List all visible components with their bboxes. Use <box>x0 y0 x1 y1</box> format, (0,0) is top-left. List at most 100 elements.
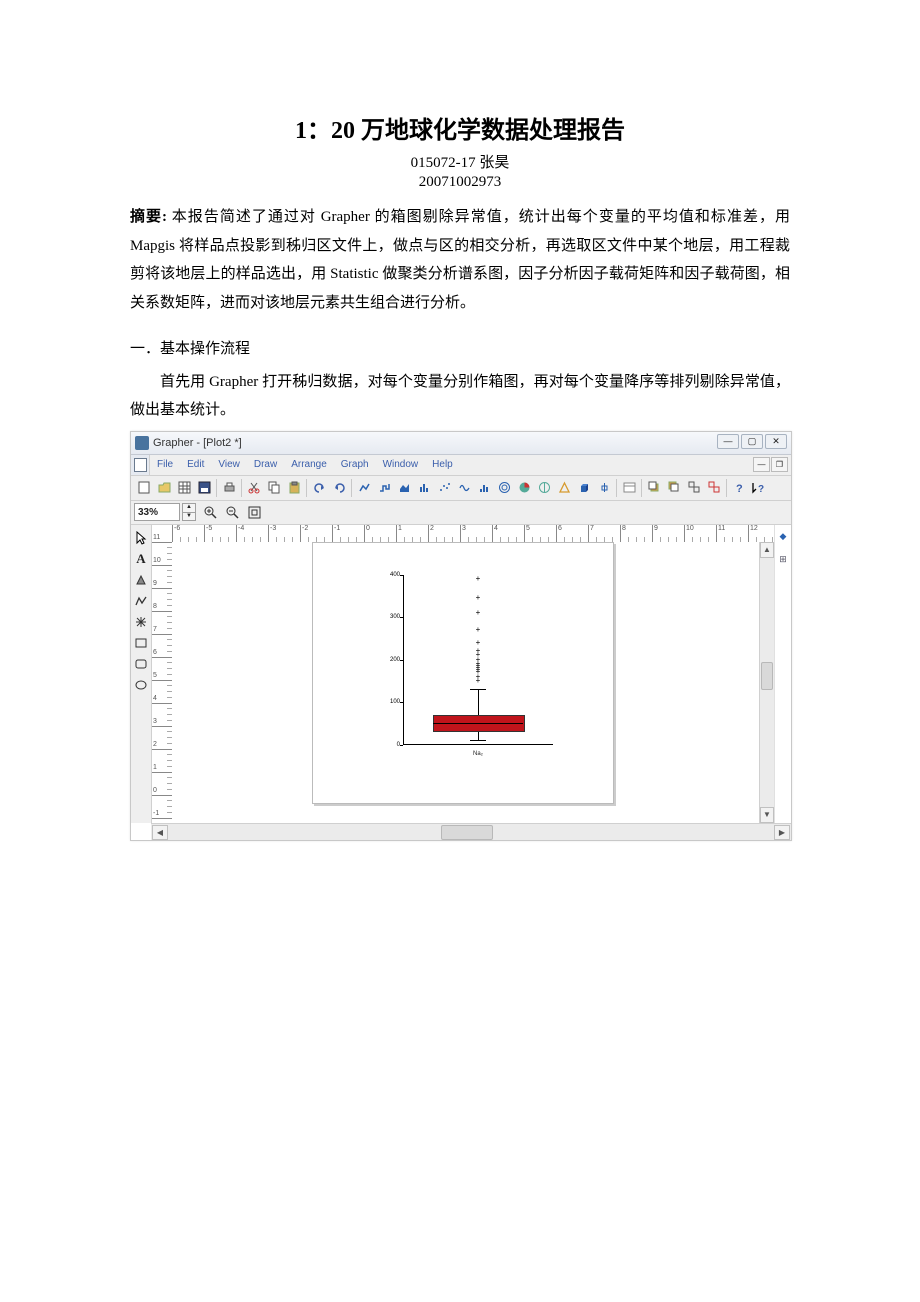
close-button[interactable]: ✕ <box>765 434 787 449</box>
zoom-out-icon[interactable] <box>223 503 241 521</box>
send-back-icon[interactable] <box>665 479 683 497</box>
menu-file[interactable]: File <box>150 455 180 475</box>
ellipse-tool-icon[interactable] <box>134 678 148 692</box>
abstract-paragraph: 摘要: 本报告简述了通过对 Grapher 的箱图剔除异常值，统计出每个变量的平… <box>130 203 790 317</box>
bar-chart-icon[interactable] <box>415 479 433 497</box>
rectangle-tool-icon[interactable] <box>134 636 148 650</box>
scroll-right-icon[interactable]: ▶ <box>774 825 790 840</box>
area-chart-icon[interactable] <box>395 479 413 497</box>
drawing-canvas[interactable]: Na₂ 0100200300400+++++++++++++++ <box>172 542 760 823</box>
menu-edit[interactable]: Edit <box>180 455 211 475</box>
new-icon[interactable] <box>135 479 153 497</box>
scroll-down-icon[interactable]: ▼ <box>760 807 774 823</box>
window-title: Grapher - [Plot2 *] <box>153 437 242 449</box>
worksheet-icon[interactable] <box>175 479 193 497</box>
polygon-tool-icon[interactable] <box>134 573 148 587</box>
author-line: 015072-17 张昊 <box>130 151 790 172</box>
context-help-icon[interactable]: ? <box>750 479 768 497</box>
vertical-scroll-thumb[interactable] <box>761 662 773 690</box>
minimize-button[interactable]: — <box>717 434 739 449</box>
group-icon[interactable] <box>685 479 703 497</box>
vertical-ruler: 11109876543210-1 <box>152 542 173 823</box>
cut-icon[interactable] <box>245 479 263 497</box>
ternary-chart-icon[interactable] <box>555 479 573 497</box>
rose-chart-icon[interactable] <box>535 479 553 497</box>
line-chart-icon[interactable] <box>355 479 373 497</box>
pie-chart-icon[interactable] <box>515 479 533 497</box>
paste-icon[interactable] <box>285 479 303 497</box>
step-chart-icon[interactable] <box>375 479 393 497</box>
zoom-toolbar: 33% ▲ ▼ <box>131 501 791 525</box>
section-1-heading: 一．基本操作流程 <box>130 335 790 364</box>
histogram-icon[interactable] <box>475 479 493 497</box>
right-edge-panel: ◆ ⊞ <box>774 525 791 823</box>
plot-page: Na₂ 0100200300400+++++++++++++++ <box>312 542 614 804</box>
grapher-screenshot: Grapher - [Plot2 *] — ▢ ✕ File Edit View… <box>130 431 792 841</box>
x-axis <box>403 744 553 745</box>
zoom-value-input[interactable]: 33% <box>134 503 180 521</box>
menu-arrange[interactable]: Arrange <box>284 455 334 475</box>
menu-window[interactable]: Window <box>376 455 426 475</box>
zoom-down-icon[interactable]: ▼ <box>183 513 195 521</box>
mdi-minimize-button[interactable]: — <box>753 457 770 472</box>
svg-text:?: ? <box>736 483 743 494</box>
horizontal-scroll-thumb[interactable] <box>441 825 493 840</box>
mdi-restore-button[interactable]: ❐ <box>771 457 788 472</box>
object-manager-icon[interactable] <box>620 479 638 497</box>
svg-text:?: ? <box>758 484 764 494</box>
open-icon[interactable] <box>155 479 173 497</box>
mdi-window-controls: — ❐ <box>753 457 788 472</box>
scroll-up-icon[interactable]: ▲ <box>760 542 774 558</box>
student-number: 20071002973 <box>130 174 790 191</box>
zoom-spinner[interactable]: ▲ ▼ <box>182 503 196 521</box>
vertical-scrollbar[interactable]: ▲ ▼ <box>759 542 774 823</box>
canvas-ruler-area: -6-5-4-3-2-10123456789101112131415161718… <box>152 525 774 823</box>
menu-draw[interactable]: Draw <box>247 455 284 475</box>
redo-icon[interactable] <box>330 479 348 497</box>
abstract-label: 摘要: <box>130 209 167 225</box>
right-marker-icon: ◆ <box>780 531 787 542</box>
box-plot: Na₂ 0100200300400+++++++++++++++ <box>403 575 553 745</box>
workspace: A -6-5-4-3-2-101234567891011121314151617… <box>131 525 791 823</box>
zoom-in-icon[interactable] <box>201 503 219 521</box>
window-titlebar: Grapher - [Plot2 *] — ▢ ✕ <box>131 432 791 455</box>
polar-chart-icon[interactable] <box>495 479 513 497</box>
menu-view[interactable]: View <box>211 455 247 475</box>
rounded-rect-tool-icon[interactable] <box>134 657 148 671</box>
ungroup-icon[interactable] <box>705 479 723 497</box>
scatter-chart-icon[interactable] <box>435 479 453 497</box>
bring-front-icon[interactable] <box>645 479 663 497</box>
horizontal-scrollbar[interactable]: ◀ ▶ <box>151 823 791 840</box>
scroll-left-icon[interactable]: ◀ <box>152 825 168 840</box>
menu-help[interactable]: Help <box>425 455 460 475</box>
right-marker-icon-2: ⊞ <box>779 554 787 565</box>
y-axis <box>403 575 404 745</box>
main-toolbar: ? ? <box>131 476 791 501</box>
document-content: 1：20 万地球化学数据处理报告 015072-17 张昊 2007100297… <box>0 0 920 881</box>
section-1-paragraph: 首先用 Grapher 打开秭归数据，对每个变量分别作箱图，再对每个变量降序等排… <box>130 368 790 425</box>
window-controls: — ▢ ✕ <box>717 434 787 449</box>
copy-icon[interactable] <box>265 479 283 497</box>
menu-graph[interactable]: Graph <box>334 455 376 475</box>
mdi-document-icon[interactable] <box>131 455 150 475</box>
side-tool-palette: A <box>131 525 152 823</box>
print-icon[interactable] <box>220 479 238 497</box>
x-axis-label: Na₂ <box>403 751 553 757</box>
document-page: 1：20 万地球化学数据处理报告 015072-17 张昊 2007100297… <box>0 0 920 881</box>
box-plot-icon[interactable] <box>595 479 613 497</box>
symbol-tool-icon[interactable] <box>134 615 148 629</box>
polyline-tool-icon[interactable] <box>134 594 148 608</box>
function-chart-icon[interactable] <box>455 479 473 497</box>
pointer-tool-icon[interactable] <box>134 531 148 545</box>
3d-chart-icon[interactable] <box>575 479 593 497</box>
undo-icon[interactable] <box>310 479 328 497</box>
save-icon[interactable] <box>195 479 213 497</box>
zoom-fit-icon[interactable] <box>245 503 263 521</box>
app-icon <box>135 436 149 450</box>
menubar: File Edit View Draw Arrange Graph Window… <box>131 455 791 476</box>
text-tool-icon[interactable]: A <box>134 552 148 566</box>
help-icon[interactable]: ? <box>730 479 748 497</box>
maximize-button[interactable]: ▢ <box>741 434 763 449</box>
zoom-up-icon[interactable]: ▲ <box>183 504 195 513</box>
horizontal-ruler: -6-5-4-3-2-10123456789101112131415161718 <box>172 525 760 543</box>
